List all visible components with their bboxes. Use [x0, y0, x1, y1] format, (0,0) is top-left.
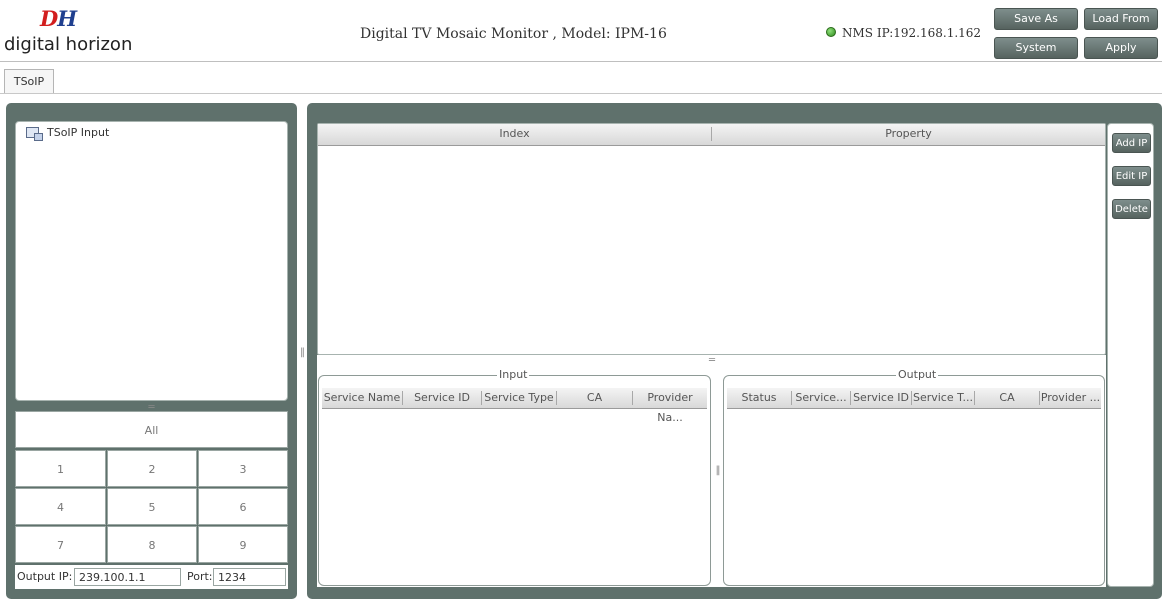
delete-ip-button[interactable]: Delete	[1112, 199, 1151, 219]
grid-cell-5[interactable]: 5	[107, 488, 197, 525]
apply-button[interactable]: Apply	[1084, 37, 1158, 59]
ip-table-header: Index Property	[318, 124, 1105, 146]
app-header: DH digital horizon Digital TV Mosaic Mon…	[0, 0, 1162, 74]
tab-tsoip[interactable]: TSoIP	[4, 69, 54, 93]
select-all-button[interactable]: All	[15, 411, 288, 448]
port-label: Port:	[187, 570, 213, 583]
output-col-provider[interactable]: Provider ...	[1040, 388, 1101, 408]
input-services-box: Input Service Name Service ID Service Ty…	[318, 368, 711, 586]
panel-splitter[interactable]: ‖	[299, 103, 306, 599]
tab-divider	[0, 93, 1162, 94]
output-col-service-name[interactable]: Service...	[792, 388, 850, 408]
add-ip-button[interactable]: Add IP	[1112, 133, 1151, 153]
output-services-box: Output Status Service... Service ID Serv…	[723, 368, 1105, 586]
column-property[interactable]: Property	[712, 124, 1105, 144]
input-col-provider-name[interactable]: Provider Na...	[633, 388, 707, 428]
column-index[interactable]: Index	[318, 124, 711, 144]
output-col-service-type[interactable]: Service T...	[912, 388, 974, 408]
grid-cell-7[interactable]: 7	[15, 526, 106, 563]
output-table-header: Status Service... Service ID Service T..…	[727, 388, 1101, 409]
page-title: Digital TV Mosaic Monitor , Model: IPM-1…	[360, 26, 667, 42]
input-table-header: Service Name Service ID Service Type CA …	[322, 388, 707, 424]
tree-item-tsoip-input[interactable]: TSoIP Input	[47, 126, 109, 140]
nms-ip-label: NMS IP:192.168.1.162	[842, 26, 982, 40]
output-legend: Output	[896, 368, 939, 381]
system-setting-button[interactable]: System Setting	[994, 37, 1078, 74]
tree-resize-grip[interactable]: ═	[15, 403, 288, 413]
ip-action-column: Add IP Edit IP Delete	[1107, 123, 1154, 587]
nms-status-icon	[826, 27, 836, 37]
output-ip-input[interactable]: 239.100.1.1	[74, 568, 181, 586]
services-area: ═ Input Service Name Service ID Service …	[317, 355, 1106, 587]
services-resize-grip[interactable]: ═	[705, 355, 719, 366]
grid-cell-1[interactable]: 1	[15, 450, 106, 487]
output-col-ca[interactable]: CA	[975, 388, 1039, 408]
services-splitter[interactable]: ‖	[714, 465, 722, 476]
input-col-service-id[interactable]: Service ID	[403, 388, 481, 408]
grid-cell-8[interactable]: 8	[107, 526, 197, 563]
load-from-button[interactable]: Load From	[1084, 8, 1158, 30]
grid-cell-9[interactable]: 9	[198, 526, 288, 563]
logo-text: digital horizon	[4, 34, 133, 55]
logo-mark: DH	[40, 6, 77, 31]
input-legend: Input	[497, 368, 530, 381]
right-panel: Index Property Add IP Edit IP Delete ═ I…	[307, 103, 1162, 599]
output-ip-label: Output IP:	[17, 570, 73, 583]
tsoip-input-icon	[26, 127, 43, 141]
grid-cell-3[interactable]: 3	[198, 450, 288, 487]
ip-table: Index Property	[317, 123, 1106, 355]
output-col-service-id[interactable]: Service ID	[851, 388, 911, 408]
input-col-service-type[interactable]: Service Type	[482, 388, 556, 408]
port-input[interactable]: 1234	[213, 568, 286, 586]
grid-cell-4[interactable]: 4	[15, 488, 106, 525]
save-as-button[interactable]: Save As	[994, 8, 1078, 30]
input-tree[interactable]	[15, 121, 288, 401]
input-col-service-name[interactable]: Service Name	[322, 388, 402, 408]
grid-cell-2[interactable]: 2	[107, 450, 197, 487]
grid-cell-6[interactable]: 6	[198, 488, 288, 525]
output-col-status[interactable]: Status	[727, 388, 791, 408]
input-col-ca[interactable]: CA	[557, 388, 632, 408]
output-settings-bar: Output IP: 239.100.1.1 Port: 1234	[15, 565, 288, 589]
edit-ip-button[interactable]: Edit IP	[1112, 166, 1151, 186]
left-panel: ═ All 1 2 3 4 5 6 7 8 9 Output IP: 239.1…	[6, 103, 297, 599]
